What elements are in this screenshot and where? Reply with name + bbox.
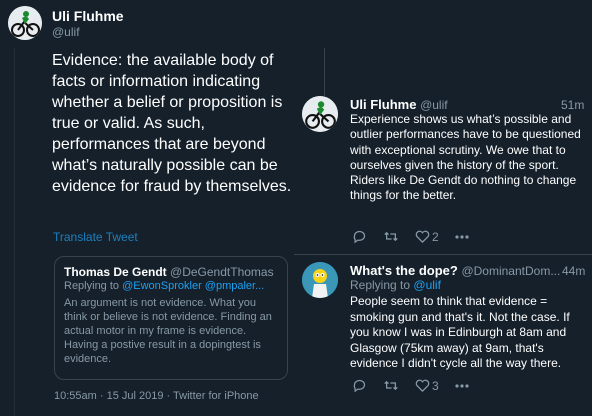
cartoon-avatar-icon: [302, 262, 338, 298]
divider: [294, 254, 592, 255]
like-icon: [415, 230, 430, 244]
tweet-timestamp[interactable]: 10:55am · 15 Jul 2019 · Twitter for iPho…: [54, 390, 259, 402]
reply-button[interactable]: [352, 378, 367, 393]
reply-time[interactable]: 44m: [562, 264, 585, 278]
like-count: 3: [432, 378, 439, 393]
like-button[interactable]: 3: [415, 378, 439, 393]
thread-line-left: [14, 48, 15, 416]
retweet-button[interactable]: [383, 378, 399, 393]
like-icon: [415, 379, 430, 393]
retweet-button[interactable]: [383, 229, 399, 244]
author-name[interactable]: Uli Fluhme: [52, 8, 124, 24]
avatar[interactable]: [302, 96, 338, 132]
reply-prefix: Replying to: [350, 278, 411, 292]
more-button[interactable]: [455, 234, 469, 240]
tweet-text: Evidence: the available body of facts or…: [52, 52, 292, 195]
more-button[interactable]: [455, 383, 469, 389]
cyclist-avatar-icon: [302, 96, 338, 132]
reply-button[interactable]: [352, 229, 367, 244]
like-count: 2: [432, 229, 439, 244]
thread-line: [324, 48, 325, 96]
avatar[interactable]: [302, 262, 338, 298]
reply-author-handle[interactable]: @DominantDom...: [461, 264, 560, 278]
reply-time[interactable]: 51m: [561, 98, 584, 112]
reply-author-name[interactable]: What's the dope?: [350, 263, 458, 278]
reply-text: People seem to think that evidence = smo…: [350, 294, 570, 370]
reply-author-name[interactable]: Uli Fluhme: [350, 97, 416, 112]
reply-icon: [353, 379, 366, 393]
reply-icon: [353, 230, 366, 244]
quoted-author-handle: @DeGendtThomas: [170, 265, 274, 279]
quoted-reply-mentions[interactable]: @EwonSprokler @pmpaler...: [122, 280, 264, 292]
quoted-tweet[interactable]: Thomas De Gendt @DeGendtThomas Replying …: [54, 256, 288, 380]
avatar[interactable]: [8, 6, 42, 40]
reply-author-handle[interactable]: @ulif: [420, 98, 448, 112]
more-icon: [455, 234, 469, 239]
reply-actions: 3: [352, 378, 485, 393]
quoted-author-name: Thomas De Gendt: [64, 265, 167, 279]
reply-text: Experience shows us what’s possible and …: [350, 112, 581, 203]
more-icon: [455, 383, 469, 388]
author-handle[interactable]: @ulif: [52, 25, 80, 39]
translate-tweet-link[interactable]: Translate Tweet: [53, 230, 138, 244]
reply-mention[interactable]: @ulif: [413, 278, 441, 292]
like-button[interactable]: 2: [415, 229, 439, 244]
cyclist-avatar-icon: [8, 6, 42, 40]
reply-actions: 2: [352, 229, 485, 244]
retweet-icon: [384, 380, 398, 391]
quoted-tweet-text: An argument is not evidence. What you th…: [64, 297, 272, 365]
retweet-icon: [384, 231, 398, 242]
quoted-reply-prefix: Replying to: [64, 280, 120, 292]
